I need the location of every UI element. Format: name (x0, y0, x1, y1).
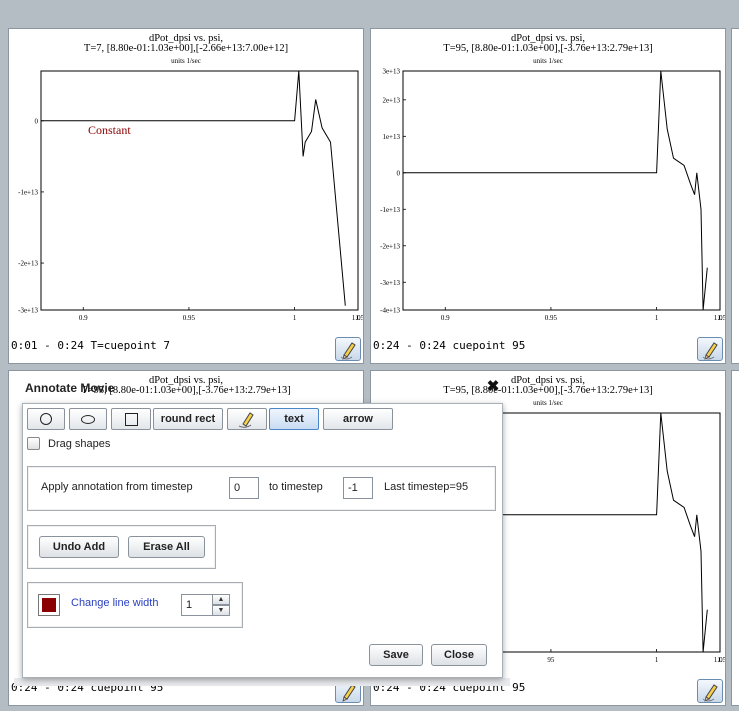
square-icon (124, 412, 138, 426)
drag-shapes-checkbox[interactable] (27, 437, 40, 450)
oval-tool-button[interactable] (69, 408, 107, 430)
y-tick-label: 0 (397, 169, 401, 177)
to-timestep-input[interactable] (343, 477, 373, 499)
pencil-icon (702, 342, 718, 360)
line-width-decrement[interactable]: ▼ (212, 605, 230, 616)
plot-caption: 0:24 - 0:24 cuepoint 95 (373, 339, 526, 352)
plot-panel-edge-top (731, 28, 739, 364)
x-tick-label: 95 (547, 656, 555, 664)
x-tick-label: 0.95 (545, 314, 558, 322)
plot-frame (402, 70, 721, 311)
x-tick-label: 1. (355, 314, 361, 322)
color-swatch (42, 598, 56, 612)
annotate-button[interactable] (697, 679, 723, 703)
line-width-input[interactable] (181, 594, 213, 616)
plot-panel-edge-bottom (731, 370, 739, 706)
plot-panel-2: dPot_dpsi vs. psi, T=95, [8.80e-01:1.03e… (370, 28, 726, 364)
y-tick-label: -3e+13 (380, 279, 400, 287)
plot-panel-1: dPot_dpsi vs. psi, T=7, [8.80e-01:1.03e+… (8, 28, 364, 364)
y-tick-label: -4e+13 (380, 307, 400, 315)
color-picker-button[interactable] (38, 594, 60, 616)
series-line (403, 70, 708, 311)
plot-caption: 0:01 - 0:24 T=cuepoint 7 (11, 339, 170, 352)
arrow-tool-button[interactable]: arrow (323, 408, 393, 430)
y-tick-label: -3e+13 (18, 307, 38, 315)
x-tick-label: 1 (293, 314, 297, 322)
undo-add-button[interactable]: Undo Add (39, 536, 119, 558)
y-tick-label: -1e+13 (380, 206, 400, 214)
close-icon[interactable]: ✖ (485, 379, 501, 395)
y-tick-label: -2e+13 (18, 260, 38, 268)
x-tick-label: 1. (717, 314, 723, 322)
y-tick-label: 2e+13 (382, 96, 400, 104)
x-tick-label: 1 (655, 656, 659, 664)
plot-frame (40, 70, 359, 311)
y-tick-label: 0 (35, 117, 39, 125)
circle-tool-button[interactable] (27, 408, 65, 430)
x-tick-label: 0.9 (79, 314, 88, 322)
series-line (41, 70, 346, 306)
rectangle-tool-button[interactable] (111, 408, 151, 430)
y-tick-label: -1e+13 (18, 188, 38, 196)
change-line-width-label: Change line width (71, 597, 159, 609)
plot-chart-2: 0.9 0.95 1 1.051.3e+132e+131e+130-1e+13-2e+… (380, 68, 725, 323)
last-timestep-label: Last timestep=95 (384, 481, 469, 493)
x-tick-label: 1. (717, 656, 723, 664)
from-timestep-input[interactable] (229, 477, 259, 499)
dialog-bottom-strip (14, 678, 510, 686)
erase-all-button[interactable]: Erase All (128, 536, 205, 558)
to-timestep-label: to timestep (269, 481, 323, 493)
close-button[interactable]: Close (431, 644, 487, 666)
x-tick-label: 0.9 (441, 314, 450, 322)
dialog-title: Annotate Movie (25, 381, 115, 395)
plot-chart-1: 0.9 0.95 1 1.051.0-1e+13-2e+13-3e+13 (18, 70, 363, 322)
pencil-icon (238, 412, 254, 428)
text-tool-button[interactable]: text (269, 408, 319, 430)
apply-from-label: Apply annotation from timestep (41, 481, 193, 493)
freehand-tool-button[interactable] (227, 408, 267, 430)
y-tick-label: 1e+13 (382, 133, 400, 141)
oval-icon (81, 414, 95, 424)
y-tick-label: -2e+13 (380, 242, 400, 250)
circle-icon (40, 413, 52, 426)
annotation-text[interactable]: Constant (88, 123, 131, 138)
y-tick-label: 3e+13 (382, 68, 400, 76)
annotate-button[interactable] (697, 337, 723, 361)
annotate-button[interactable] (335, 337, 361, 361)
save-button[interactable]: Save (369, 644, 423, 666)
drag-shapes-label: Drag shapes (48, 438, 111, 450)
pencil-icon (340, 342, 356, 360)
round-rect-tool-button[interactable]: round rect (153, 408, 223, 430)
pencil-icon (702, 684, 718, 702)
x-tick-label: 0.95 (183, 314, 196, 322)
line-width-increment[interactable]: ▲ (212, 594, 230, 605)
x-tick-label: 1 (655, 314, 659, 322)
